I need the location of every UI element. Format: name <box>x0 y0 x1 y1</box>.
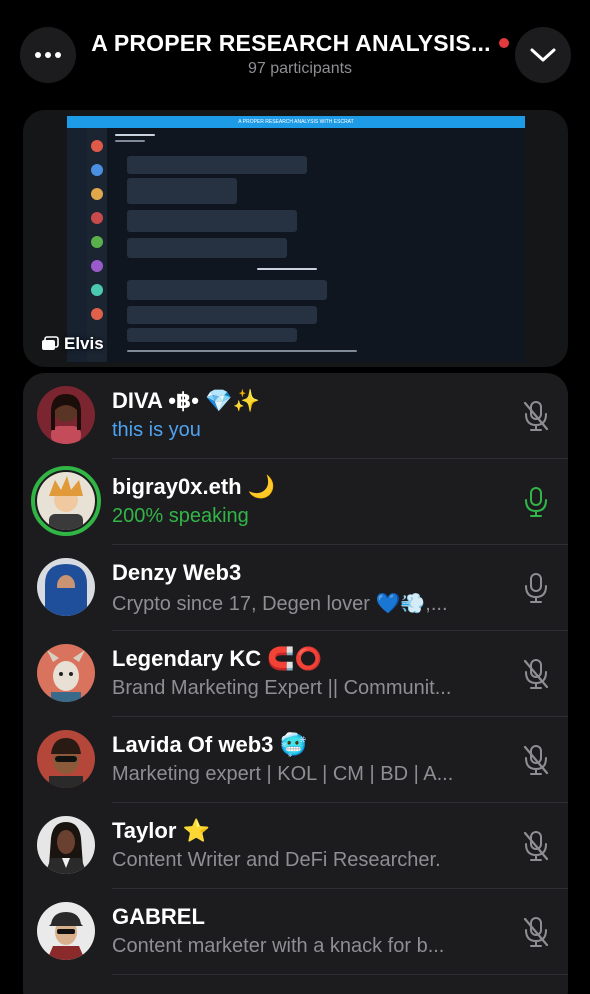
chevron-down-icon <box>530 48 556 62</box>
mic-off-icon[interactable] <box>521 916 551 948</box>
avatar <box>37 644 95 702</box>
avatar <box>37 730 95 788</box>
call-header: A PROPER RESEARCH ANALYSIS... 97 partici… <box>0 0 590 108</box>
avatar <box>37 902 95 960</box>
participant-row[interactable]: Taylor ⭐ Content Writer and DeFi Researc… <box>23 803 568 889</box>
screen-share-icon <box>42 336 59 350</box>
call-title-block[interactable]: A PROPER RESEARCH ANALYSIS... 97 partici… <box>90 30 510 78</box>
avatar <box>37 816 95 874</box>
participant-row[interactable]: Lavida Of web3 🥶 Marketing expert | KOL … <box>23 717 568 803</box>
participant-status: Brand Marketing Expert || Communit... <box>112 677 452 699</box>
more-horizontal-icon <box>35 52 61 58</box>
avatar <box>37 386 95 444</box>
participant-row[interactable]: Denzy Web3 Crypto since 17, Degen lover … <box>23 545 568 631</box>
shared-chat-panel <box>107 128 525 362</box>
row-divider <box>112 974 568 975</box>
participant-count: 97 participants <box>247 60 353 77</box>
mic-off-icon[interactable] <box>521 400 551 432</box>
shared-chat-list <box>87 128 107 362</box>
mic-off-icon[interactable] <box>521 658 551 690</box>
avatar <box>31 466 101 536</box>
participant-name: DIVA •฿• 💎✨ <box>112 388 260 414</box>
participant-row[interactable]: Legendary KC 🧲⭕ Brand Marketing Expert |… <box>23 631 568 717</box>
mic-on-icon[interactable] <box>521 486 551 518</box>
participant-status: this is you <box>112 419 201 441</box>
mic-off-icon[interactable] <box>521 744 551 776</box>
participant-name: bigray0x.eth 🌙 <box>112 474 276 500</box>
shared-nav-rail <box>67 128 87 362</box>
participant-status: Marketing expert | KOL | CM | BD | A... <box>112 763 454 785</box>
recording-indicator <box>498 38 509 48</box>
participant-status: Content Writer and DeFi Researcher. <box>112 849 441 871</box>
participant-name: Denzy Web3 <box>112 560 242 585</box>
presenter-name: Elvis <box>64 334 104 353</box>
call-title: A PROPER RESEARCH ANALYSIS... <box>90 30 510 57</box>
participant-name: Lavida Of web3 🥶 <box>112 732 307 758</box>
participant-status: Crypto since 17, Degen lover 💙💨,... <box>112 593 448 615</box>
screen-share-tile[interactable]: A PROPER RESEARCH ANALYSIS WITH ESCRAT E… <box>23 110 568 367</box>
participant-row[interactable]: bigray0x.eth 🌙 200% speaking <box>23 459 568 545</box>
shared-screen-preview: A PROPER RESEARCH ANALYSIS WITH ESCRAT <box>67 116 525 362</box>
participant-status: 200% speaking <box>112 505 249 527</box>
participant-name: Taylor ⭐ <box>112 818 210 844</box>
participant-name: GABREL <box>112 904 205 929</box>
mic-off-icon[interactable] <box>521 830 551 862</box>
participant-row[interactable]: GABREL Content marketer with a knack for… <box>23 889 568 975</box>
participant-name: Legendary KC 🧲⭕ <box>112 646 323 672</box>
avatar <box>37 558 95 616</box>
participant-row[interactable]: DIVA •฿• 💎✨ this is you <box>23 373 568 459</box>
participant-status: Content marketer with a knack for b... <box>112 935 445 957</box>
shared-window-title: A PROPER RESEARCH ANALYSIS WITH ESCRAT <box>67 116 525 128</box>
collapse-button[interactable] <box>515 27 571 83</box>
more-options-button[interactable] <box>20 27 76 83</box>
presenter-label: Elvis <box>40 334 104 354</box>
mic-on-icon[interactable] <box>521 572 551 604</box>
participants-list[interactable]: DIVA •฿• 💎✨ this is you bigray0x.eth 🌙 2… <box>23 373 568 994</box>
